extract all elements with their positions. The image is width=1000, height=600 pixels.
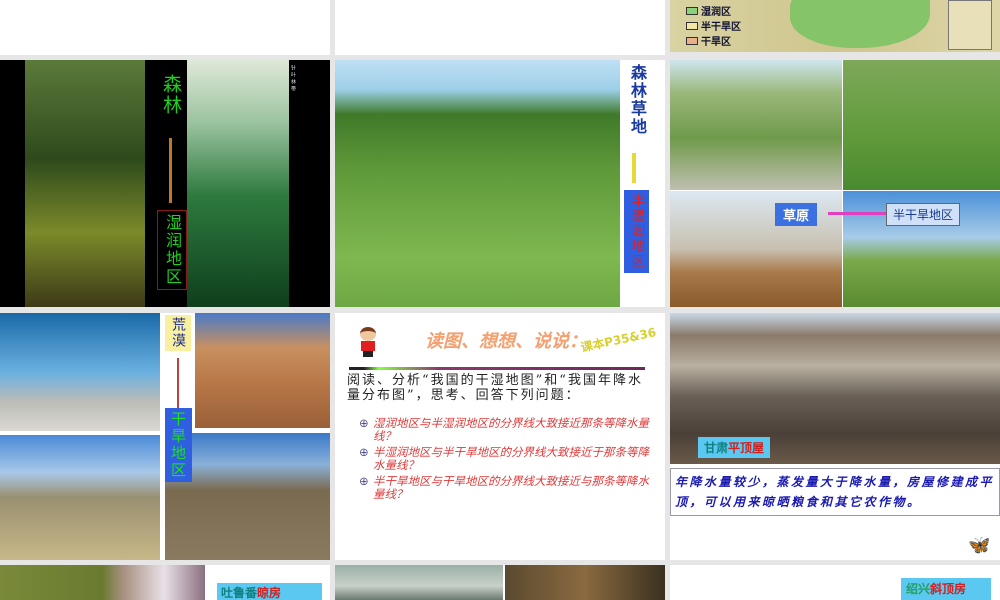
slide-thumbnail-9[interactable]: 甘肃平顶屋 年降水量较少，蒸发量大于降水量，房屋修建成平顶，可以用来晾晒粮食和其…	[670, 313, 1000, 560]
map-inset	[948, 0, 992, 50]
slide-thumbnail-6[interactable]: 草原 半干旱地区	[670, 60, 1000, 307]
drying-house-photo	[0, 565, 205, 600]
herding-photo	[670, 60, 842, 190]
slide-thumbnail-11[interactable]	[335, 565, 665, 600]
semi-arid-region-label: 半干旱地区	[886, 203, 961, 226]
arrow-down-icon	[177, 358, 179, 408]
legend-item: 湿润区	[686, 5, 741, 20]
village-photo	[335, 565, 503, 600]
grassland-river-photo	[843, 60, 1000, 190]
intro-text: 阅读、分析“我国的干湿地图”和“我国年降水量分布图”，思考、回答下列问题：	[347, 373, 643, 403]
semi-humid-region-label: 半湿润地区	[624, 190, 649, 273]
arid-region-label: 干旱地区	[165, 408, 192, 482]
crosshair-bullet-icon: ⊕	[359, 445, 369, 459]
question-item: ⊕ 半干旱地区与干旱地区的分界线大致接近与那条等降水量线？	[359, 475, 649, 501]
house-label: 吐鲁番晾房	[217, 583, 322, 600]
sand-dune-photo	[195, 313, 330, 428]
caption: 针叶林带	[290, 65, 296, 93]
crosshair-bullet-icon: ⊕	[359, 416, 369, 430]
legend-item: 干旱区	[686, 35, 741, 50]
divider	[349, 367, 645, 370]
arrow-down-icon	[169, 138, 172, 203]
legend-label: 半干旱区	[701, 22, 741, 33]
humid-region-label: 湿润地区	[157, 210, 187, 290]
forest-label: 森林	[160, 74, 182, 116]
grassland-label: 草原	[775, 203, 818, 226]
meadow-photo	[335, 60, 620, 307]
slide-thumbnail-12[interactable]: 绍兴斜顶房	[670, 565, 1000, 600]
description-text: 年降水量较少，蒸发量大于降水量，房屋修建成平顶，可以用来晾晒粮食和其它农作物。	[670, 468, 1000, 516]
archway-photo	[505, 565, 665, 600]
slide-thumbnail-4[interactable]: 森林 湿润地区 针叶林带	[0, 60, 330, 307]
desert-label: 荒漠	[165, 315, 191, 351]
question-text: 湿润地区与半湿润地区的分界线大致接近那条等降水量线？	[373, 416, 649, 443]
house-label: 甘肃平顶屋	[698, 437, 771, 458]
forest-grassland-label: 森林草地	[628, 64, 647, 136]
house-label: 绍兴斜顶房	[901, 578, 991, 600]
butterfly-icon: 🦋	[968, 535, 991, 556]
legend-label: 干旱区	[701, 37, 731, 48]
forest-photo	[25, 60, 145, 307]
legend-label: 湿润区	[701, 7, 731, 18]
question-text: 半湿润地区与半干旱地区的分界线大致接近于那条等降水量线？	[373, 445, 649, 472]
steppe-desert-photo	[0, 435, 160, 560]
slide-thumbnail-3[interactable]: 湿润区 半干旱区 干旱区	[670, 0, 1000, 52]
slide-thumbnail-1[interactable]	[0, 0, 330, 55]
crosshair-bullet-icon: ⊕	[359, 474, 369, 488]
question-item: ⊕ 半湿润地区与半干旱地区的分界线大致接近于那条等降水量线？	[359, 446, 649, 472]
question-item: ⊕ 湿润地区与半湿润地区的分界线大致接近那条等降水量线？	[359, 417, 649, 443]
cartoon-boy-icon	[360, 327, 376, 359]
slide-thumbnail-2[interactable]	[335, 0, 665, 55]
house-type-text: 晾房	[257, 586, 282, 600]
location-text: 绍兴	[906, 582, 931, 596]
location-text: 甘肃	[704, 441, 729, 455]
slide-title: 读图、想想、说说：	[425, 331, 587, 352]
textbook-reference: 课本P35&36	[579, 325, 658, 355]
legend-item: 半干旱区	[686, 20, 741, 35]
house-type-text: 平顶屋	[728, 441, 765, 455]
house-type-text: 斜顶房	[930, 582, 967, 596]
arrow-right-icon	[828, 212, 886, 215]
desert-moon-photo	[0, 313, 160, 431]
slide-thumbnail-7[interactable]: 荒漠 干旱地区	[0, 313, 330, 560]
question-text: 半干旱地区与干旱地区的分界线大致接近与那条等降水量线？	[373, 474, 649, 501]
slide-thumbnail-8[interactable]: 读图、想想、说说： 课本P35&36 阅读、分析“我国的干湿地图”和“我国年降水…	[335, 313, 665, 560]
slide-thumbnail-10[interactable]: 吐鲁番晾房	[0, 565, 330, 600]
china-map-image	[790, 0, 930, 48]
location-text: 吐鲁番	[221, 586, 258, 600]
slide-thumbnail-5[interactable]: 森林草地 半湿润地区	[335, 60, 665, 307]
arrow-down-icon	[632, 153, 636, 183]
conifer-photo	[187, 60, 289, 307]
